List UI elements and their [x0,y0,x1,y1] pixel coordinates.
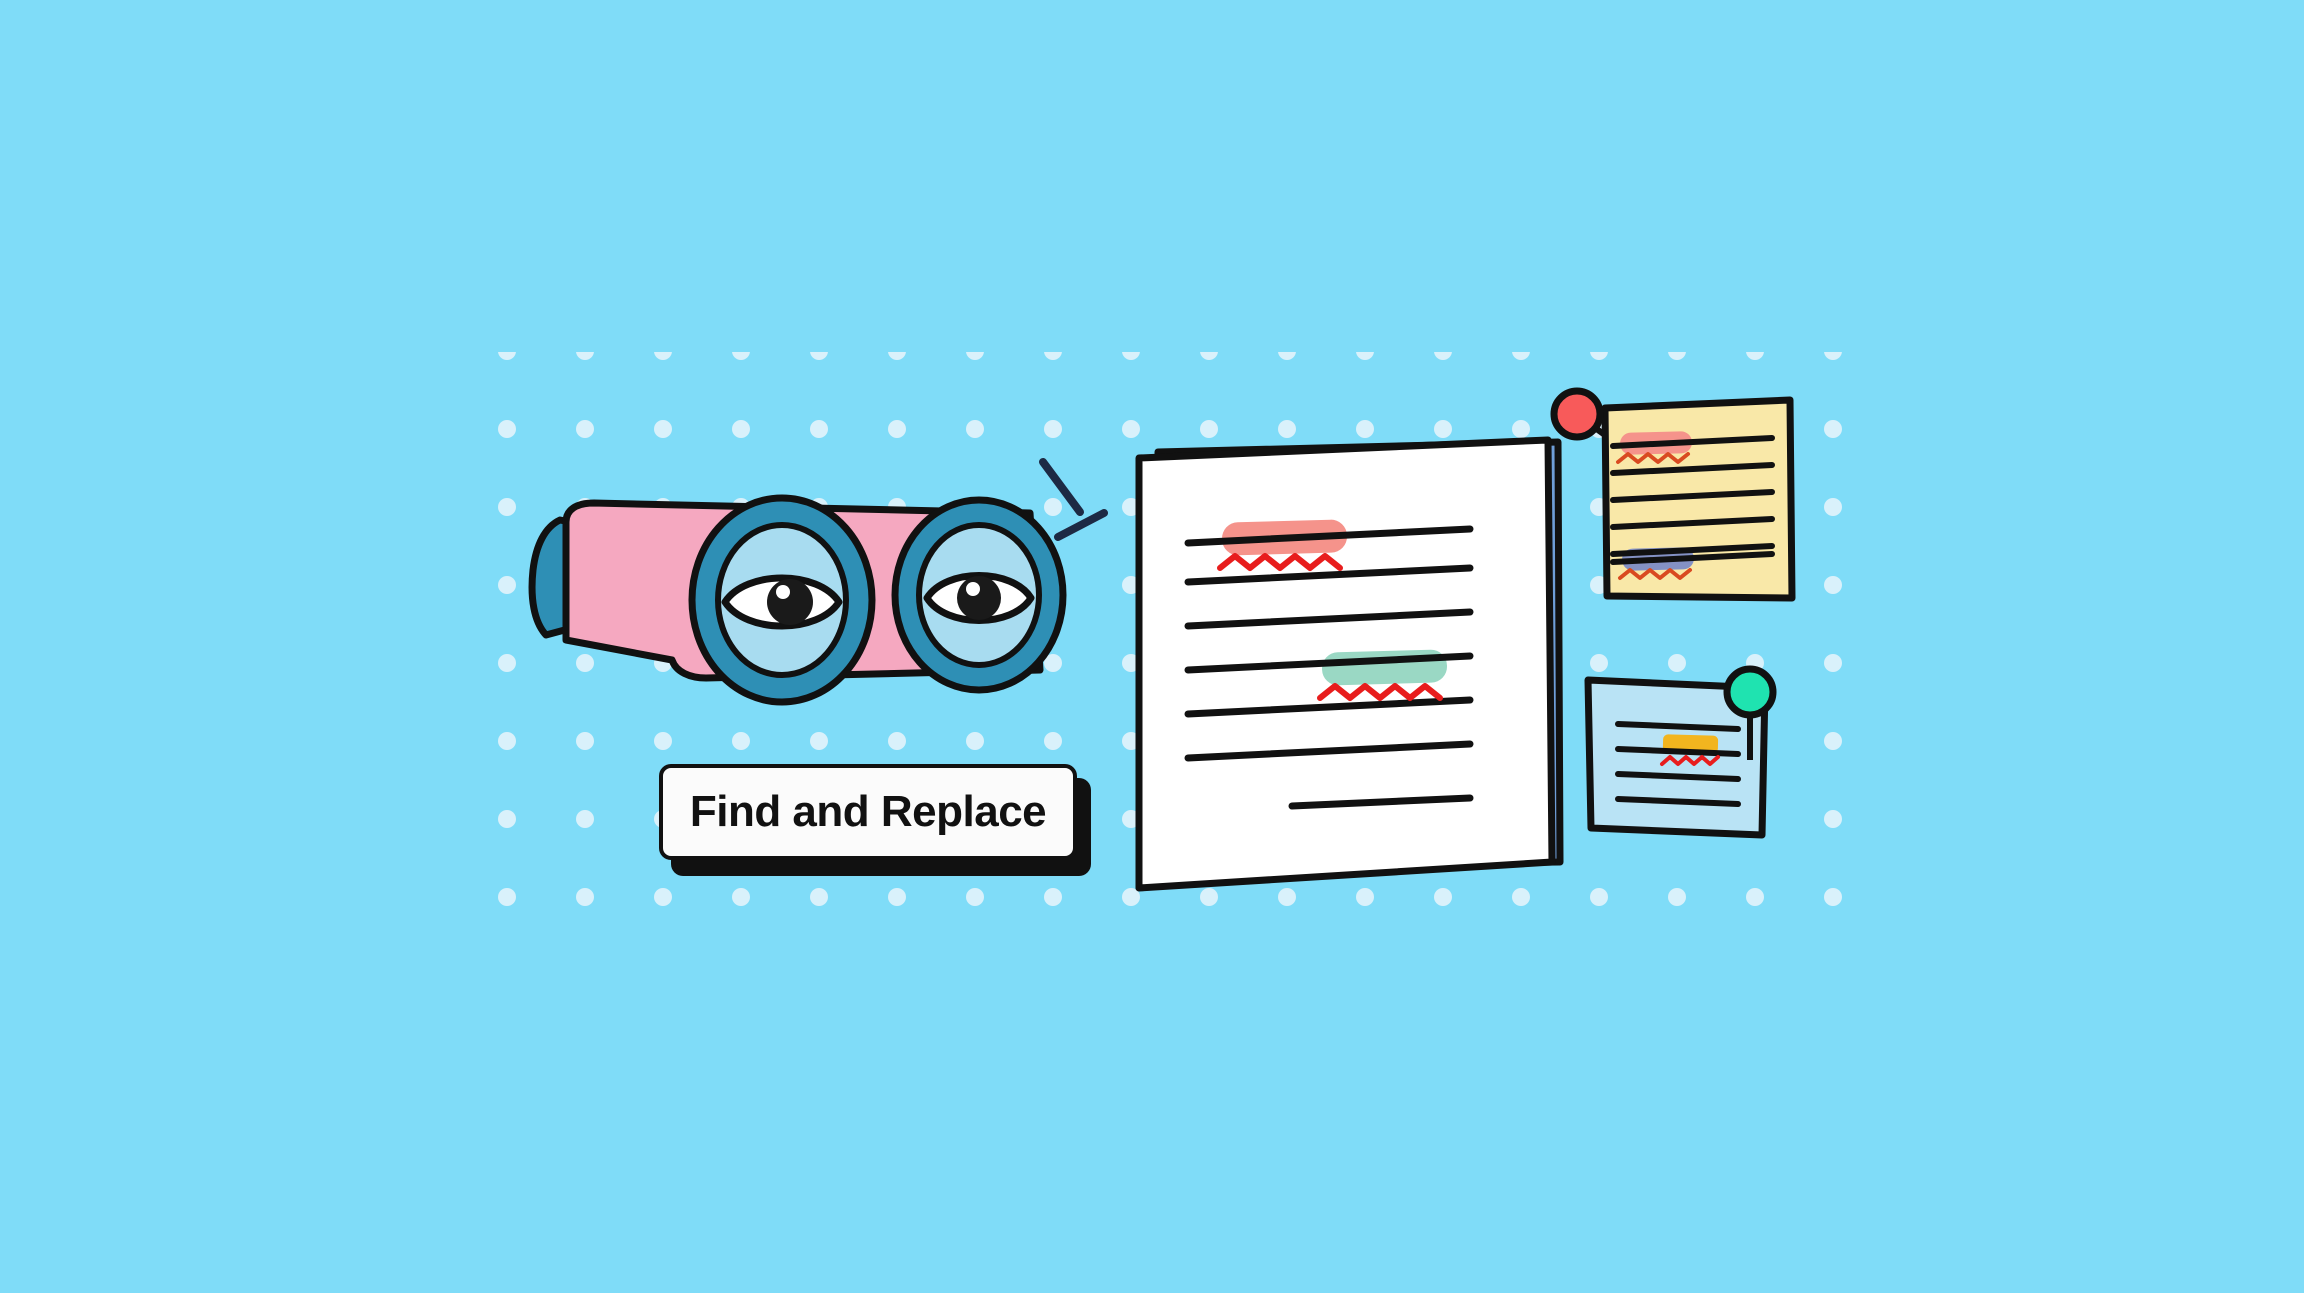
left-pupil [767,579,813,625]
binoculars-left-lens [688,494,876,706]
blue-sticky-note [1584,665,1777,839]
right-pupil-highlight [966,582,980,596]
yellow-note-pin-icon [1550,387,1604,441]
label-card-box[interactable]: Find and Replace [659,764,1077,860]
blue-note-pin-icon [1723,665,1777,719]
illustration-canvas: Find and Replace [0,0,2304,1293]
right-pupil [957,576,1001,620]
left-pupil-highlight [776,585,790,599]
binoculars-right-lens [891,496,1067,694]
label-card-text: Find and Replace [689,787,1047,836]
find-and-replace-illustration [0,0,2304,1293]
find-and-replace-label-card[interactable]: Find and Replace [659,764,1091,876]
main-document [1135,436,1564,892]
